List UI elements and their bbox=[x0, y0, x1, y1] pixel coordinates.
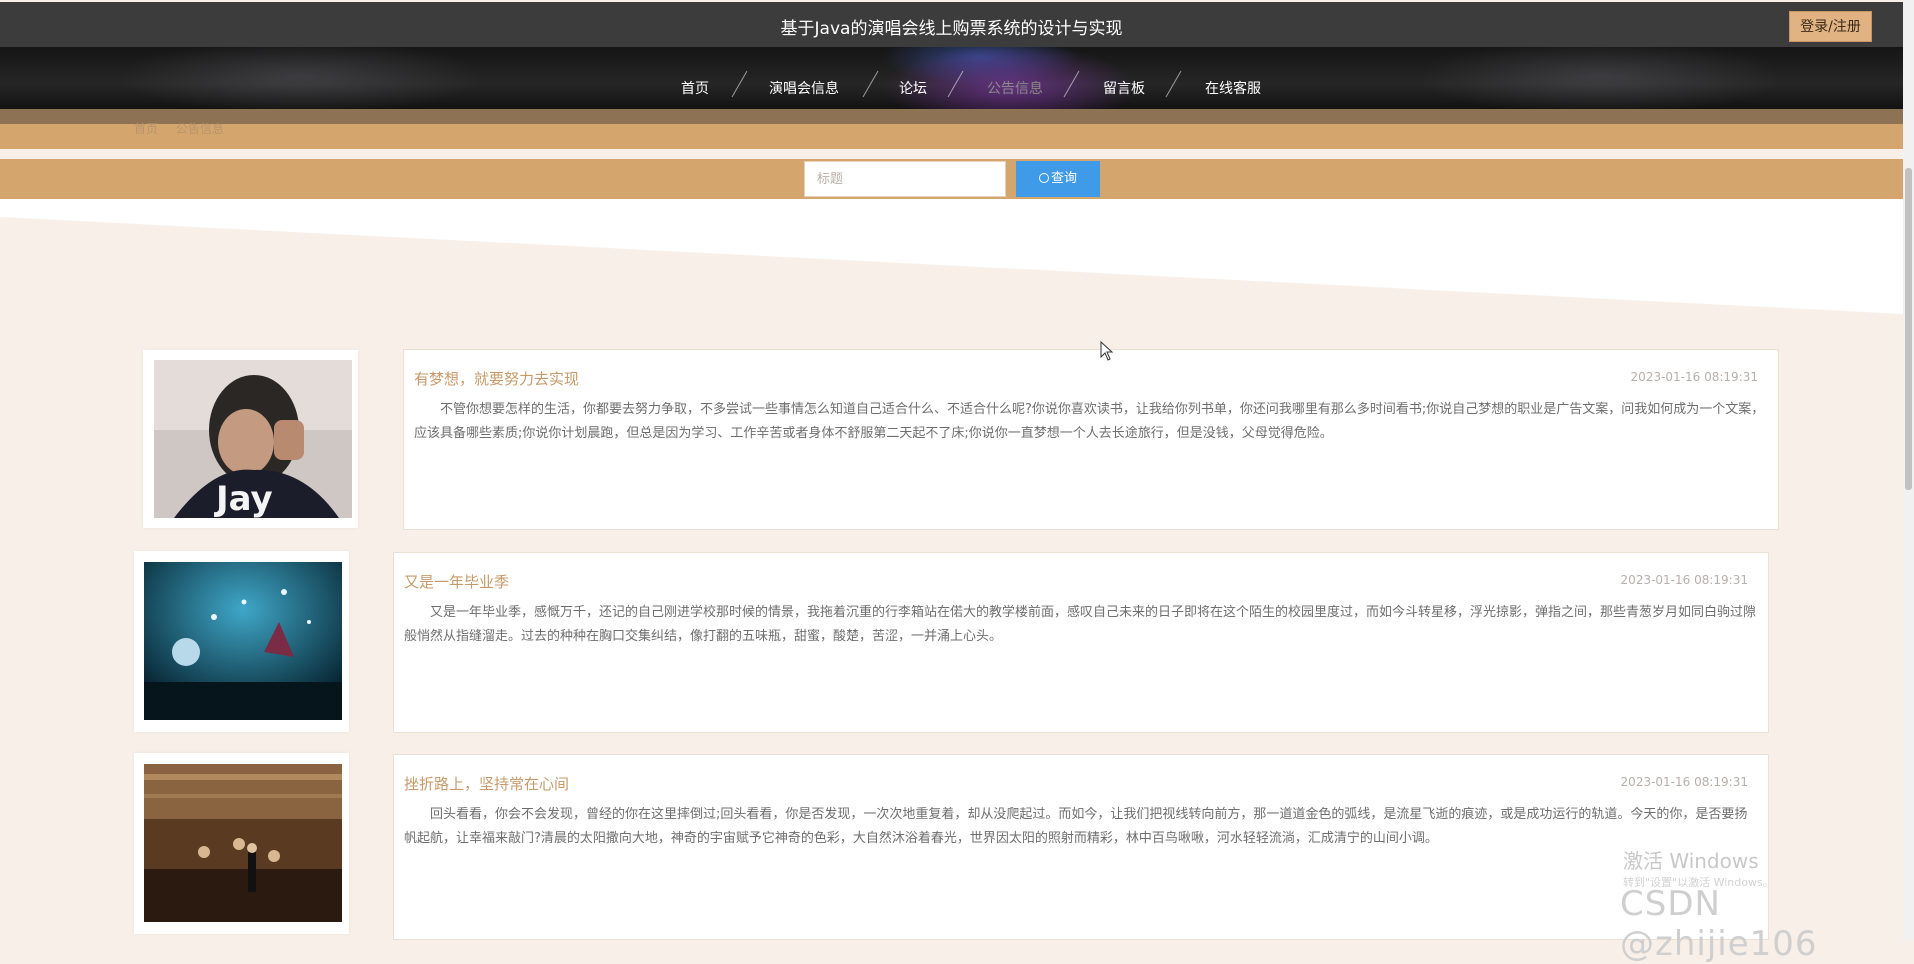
activate-windows-title: 激活 Windows bbox=[1623, 849, 1759, 873]
mouse-cursor-icon bbox=[1100, 341, 1114, 361]
nav-item-forum[interactable]: 论坛 bbox=[899, 78, 927, 98]
nav-item-concerts[interactable]: 演唱会信息 bbox=[769, 78, 839, 98]
decorative-wedge bbox=[0, 199, 1903, 314]
search-band: 查询 bbox=[0, 159, 1903, 199]
nav-separator bbox=[1063, 70, 1080, 98]
site-title: 基于Java的演唱会线上购票系统的设计与实现 bbox=[780, 19, 1123, 39]
nav-item-message-board[interactable]: 留言板 bbox=[1103, 78, 1145, 98]
orchestra-hall-image bbox=[144, 764, 342, 922]
main-nav: 首页 演唱会信息 论坛 公告信息 留言板 在线客服 bbox=[0, 47, 1903, 109]
search-button[interactable]: 查询 bbox=[1016, 161, 1100, 197]
article-card[interactable]: 又是一年毕业季 2023-01-16 08:19:31 又是一年毕业季，感慨万千… bbox=[393, 552, 1769, 733]
article-thumbnail[interactable]: Jay bbox=[143, 350, 358, 528]
article-thumbnail[interactable] bbox=[134, 551, 349, 732]
concert-stage-image bbox=[144, 562, 342, 720]
article-excerpt: 回头看看，你会不会发现，曾经的你在这里摔倒过;回头看看，你是否发现，一次次地重复… bbox=[404, 807, 1748, 846]
csdn-watermark: CSDN @zhijie106 bbox=[1620, 884, 1818, 964]
article-card[interactable]: 有梦想，就要努力去实现 2023-01-16 08:19:31 不管你想要怎样的… bbox=[403, 349, 1779, 530]
article-excerpt: 又是一年毕业季，感慨万千，还记的自己刚进学校那时候的情景，我拖着沉重的行李箱站在… bbox=[404, 605, 1757, 644]
article-title[interactable]: 挫折路上，坚持常在心间 bbox=[404, 773, 569, 794]
nav-separator bbox=[1165, 70, 1182, 98]
nav-banner: 首页 演唱会信息 论坛 公告信息 留言板 在线客服 bbox=[0, 47, 1903, 109]
article-date: 2023-01-16 08:19:31 bbox=[1620, 775, 1748, 789]
jay-portrait-image: Jay bbox=[154, 360, 352, 518]
article-excerpt: 不管你想要怎样的生活，你都要去努力争取，不多尝试一些事情怎么知道自己适合什么、不… bbox=[414, 402, 1765, 441]
nav-item-announcements[interactable]: 公告信息 bbox=[987, 78, 1043, 98]
breadcrumb: 首页 公告信息 bbox=[134, 120, 238, 137]
search-input[interactable] bbox=[804, 161, 1006, 197]
nav-separator bbox=[947, 70, 964, 98]
search-icon bbox=[1038, 173, 1049, 183]
login-register-button[interactable]: 登录/注册 bbox=[1789, 11, 1872, 42]
top-bar: 基于Java的演唱会线上购票系统的设计与实现 登录/注册 bbox=[0, 2, 1903, 47]
nav-item-online-service[interactable]: 在线客服 bbox=[1205, 78, 1261, 98]
nav-separator bbox=[862, 70, 879, 98]
nav-item-home[interactable]: 首页 bbox=[681, 78, 709, 98]
breadcrumb-home[interactable]: 首页 bbox=[134, 122, 158, 136]
breadcrumb-band: 首页 公告信息 bbox=[0, 109, 1903, 149]
article-title[interactable]: 又是一年毕业季 bbox=[404, 571, 509, 592]
svg-text:Jay: Jay bbox=[214, 479, 273, 518]
search-button-label: 查询 bbox=[1050, 171, 1077, 186]
article-date: 2023-01-16 08:19:31 bbox=[1630, 370, 1758, 384]
scrollbar-thumb[interactable] bbox=[1905, 168, 1912, 490]
breadcrumb-current: 公告信息 bbox=[175, 122, 224, 136]
nav-separator bbox=[731, 70, 748, 98]
article-card[interactable]: 挫折路上，坚持常在心间 2023-01-16 08:19:31 回头看看，你会不… bbox=[393, 754, 1769, 940]
article-date: 2023-01-16 08:19:31 bbox=[1620, 573, 1748, 587]
article-title[interactable]: 有梦想，就要努力去实现 bbox=[414, 368, 579, 389]
article-thumbnail[interactable] bbox=[134, 753, 349, 934]
band-shadow bbox=[0, 109, 1903, 124]
